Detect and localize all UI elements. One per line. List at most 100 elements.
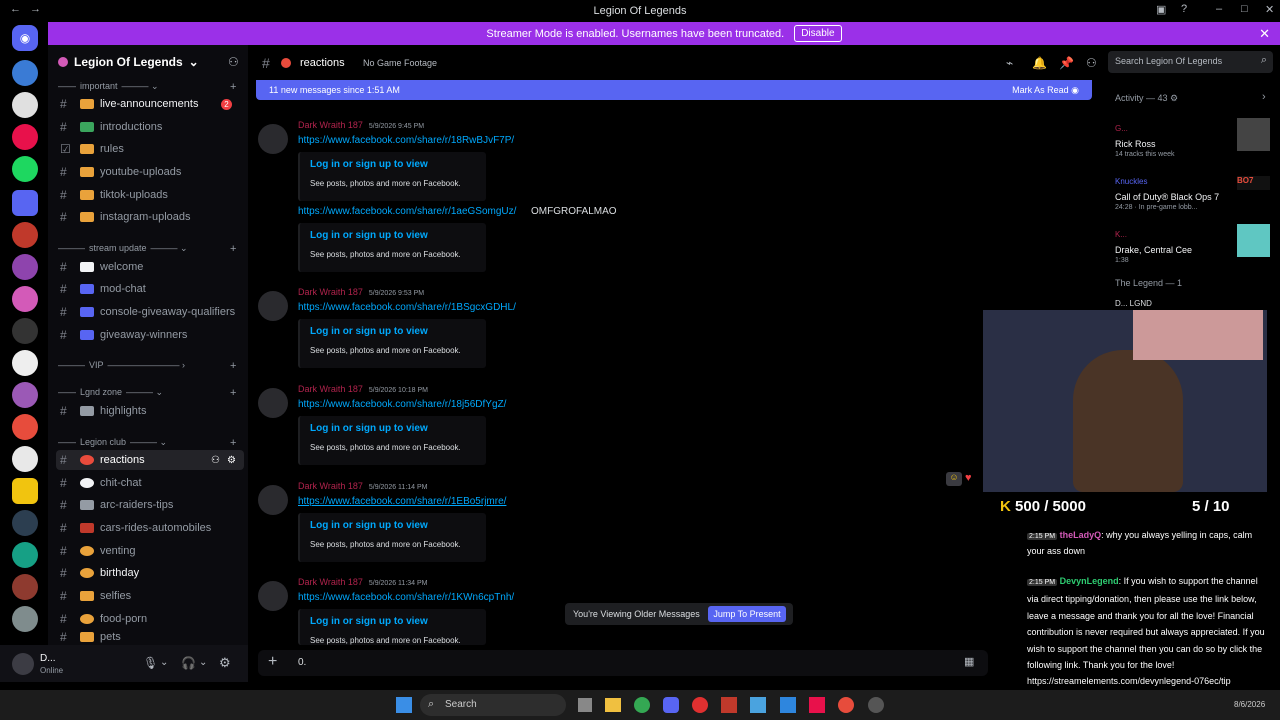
- server-icon[interactable]: [12, 510, 38, 536]
- headphones-icon[interactable]: 🎧: [181, 656, 196, 670]
- message-author[interactable]: Dark Wraith 187 5/9/2026 9:45 PM: [298, 120, 424, 130]
- channel-pets[interactable]: # pets: [56, 631, 244, 643]
- server-icon[interactable]: [12, 446, 38, 472]
- new-messages-bar[interactable]: 11 new messages since 1:51 AM Mark As Re…: [256, 80, 1092, 100]
- server-icon[interactable]: [12, 254, 38, 280]
- embed-title[interactable]: Log in or sign up to view: [310, 520, 428, 531]
- avatar[interactable]: [258, 388, 288, 418]
- add-channel-icon[interactable]: +: [230, 81, 236, 93]
- embed-title[interactable]: Log in or sign up to view: [310, 230, 428, 241]
- embed-title[interactable]: Log in or sign up to view: [310, 159, 428, 170]
- channel-cars-rides-automobiles[interactable]: # cars-rides-automobiles: [56, 518, 244, 538]
- add-channel-icon[interactable]: +: [230, 243, 236, 255]
- activity-item[interactable]: Knuckles Call of Duty® Black Ops 7 24:28…: [1115, 171, 1275, 211]
- help-icon[interactable]: ?: [1181, 3, 1187, 15]
- app-icon[interactable]: [721, 697, 737, 713]
- app-icon[interactable]: [809, 697, 825, 713]
- add-channel-icon[interactable]: +: [230, 360, 236, 372]
- pin-icon[interactable]: 📌: [1059, 56, 1074, 70]
- server-icon[interactable]: [12, 606, 38, 632]
- channel-youtube-uploads[interactable]: # youtube-uploads: [56, 162, 244, 182]
- channel-live-announcements[interactable]: # live-announcements 2: [56, 94, 244, 114]
- gift-icon[interactable]: ▦: [964, 655, 974, 668]
- app-icon[interactable]: [750, 697, 766, 713]
- server-icon[interactable]: [12, 478, 38, 504]
- member-item[interactable]: D... LGND: [1115, 299, 1152, 308]
- message-author[interactable]: Dark Wraith 187 5/9/2026 11:14 PM: [298, 481, 428, 491]
- gear-icon[interactable]: ⚙: [219, 655, 231, 671]
- server-icon[interactable]: [12, 574, 38, 600]
- file-explorer-icon[interactable]: [605, 698, 621, 712]
- avatar[interactable]: [258, 124, 288, 154]
- server-icon[interactable]: [12, 124, 38, 150]
- message-author[interactable]: Dark Wraith 187 5/9/2026 9:53 PM: [298, 287, 424, 297]
- app-icon[interactable]: [692, 697, 708, 713]
- category-vip[interactable]: ——— VIP ———————— › +: [58, 360, 236, 372]
- mark-as-read-button[interactable]: Mark As Read ◉: [1012, 85, 1079, 96]
- server-icon[interactable]: [12, 92, 38, 118]
- jump-to-present-button[interactable]: Jump To Present: [708, 606, 786, 622]
- app-icon[interactable]: [780, 697, 796, 713]
- minimize-icon[interactable]: –: [1216, 3, 1222, 15]
- inbox-icon[interactable]: ▣: [1156, 3, 1166, 16]
- heart-icon[interactable]: ♥: [965, 472, 981, 486]
- chrome-icon[interactable]: [634, 697, 650, 713]
- microphone-icon[interactable]: 🎙: [143, 656, 158, 670]
- server-icon[interactable]: [12, 382, 38, 408]
- server-icon[interactable]: [12, 350, 38, 376]
- add-channel-icon[interactable]: +: [230, 437, 236, 449]
- maximize-icon[interactable]: □: [1241, 3, 1248, 15]
- invite-icon[interactable]: ⚇: [211, 455, 220, 466]
- chevron-down-icon[interactable]: ⌄: [199, 657, 207, 668]
- channel-console-giveaway-qualifiers[interactable]: # console-giveaway-qualifiers: [56, 302, 244, 322]
- taskbar-search[interactable]: ⌕ Search: [420, 694, 566, 716]
- category-lgnd-zone[interactable]: —— Lgnd zone ——— ⌄ +: [58, 387, 236, 399]
- close-icon[interactable]: ✕: [1259, 26, 1270, 42]
- server-icon[interactable]: [12, 60, 38, 86]
- message-link[interactable]: https://www.facebook.com/share/r/1KWn6cp…: [298, 592, 514, 603]
- windows-start-icon[interactable]: [396, 697, 412, 713]
- server-icon[interactable]: [12, 222, 38, 248]
- channel-instagram-uploads[interactable]: # instagram-uploads: [56, 207, 244, 227]
- server-icon[interactable]: [12, 414, 38, 440]
- app-icon[interactable]: [868, 697, 884, 713]
- message-author[interactable]: Dark Wraith 187 5/9/2026 11:34 PM: [298, 577, 428, 587]
- embed-title[interactable]: Log in or sign up to view: [310, 616, 428, 627]
- embed-title[interactable]: Log in or sign up to view: [310, 423, 428, 434]
- folder-icon[interactable]: [12, 190, 38, 216]
- chevron-right-icon[interactable]: ›: [1262, 91, 1266, 103]
- message-link[interactable]: https://www.facebook.com/share/r/1EBo5rj…: [298, 496, 506, 507]
- gear-icon[interactable]: ⚙: [227, 455, 236, 466]
- activity-item[interactable]: G... Rick Ross 14 tracks this week: [1115, 118, 1275, 158]
- discord-icon[interactable]: [663, 697, 679, 713]
- reaction-emoji-icon[interactable]: ☺: [946, 472, 962, 486]
- server-icon[interactable]: [12, 318, 38, 344]
- chevron-down-icon[interactable]: ⌄: [160, 657, 168, 668]
- channel-giveaway-winners[interactable]: # giveaway-winners: [56, 325, 244, 345]
- channel-tiktok-uploads[interactable]: # tiktok-uploads: [56, 185, 244, 205]
- app-icon[interactable]: [838, 697, 854, 713]
- channel-reactions[interactable]: # reactions ⚇ ⚙: [56, 450, 244, 470]
- channel-arc-raiders-tips[interactable]: # arc-raiders-tips: [56, 495, 244, 515]
- channel-rules[interactable]: ☑ rules: [56, 139, 244, 159]
- embed-title[interactable]: Log in or sign up to view: [310, 326, 428, 337]
- message-author[interactable]: Dark Wraith 187 5/9/2026 10:18 PM: [298, 384, 428, 394]
- message-input[interactable]: 0.: [298, 657, 306, 668]
- server-icon[interactable]: [12, 156, 38, 182]
- avatar[interactable]: [258, 581, 288, 611]
- message-link[interactable]: https://www.facebook.com/share/r/18RwBJv…: [298, 135, 514, 146]
- channel-venting[interactable]: # venting: [56, 541, 244, 561]
- category-important[interactable]: —— important ——— ⌄ +: [58, 81, 236, 93]
- channel-selfies[interactable]: # selfies: [56, 586, 244, 606]
- add-attachment-icon[interactable]: +: [268, 653, 277, 671]
- avatar[interactable]: [258, 291, 288, 321]
- discord-home-icon[interactable]: ◉: [12, 25, 38, 51]
- channel-food-porn[interactable]: # food-porn: [56, 609, 244, 629]
- close-icon[interactable]: ✕: [1265, 3, 1274, 16]
- member-list-icon[interactable]: ⚇: [1086, 56, 1097, 70]
- message-link[interactable]: https://www.facebook.com/share/r/1BSgcxG…: [298, 302, 516, 313]
- channel-chit-chat[interactable]: # chit-chat: [56, 473, 244, 493]
- channel-mod-chat[interactable]: # mod-chat: [56, 279, 244, 299]
- channel-welcome[interactable]: # welcome: [56, 257, 244, 277]
- activity-item[interactable]: K... Drake, Central Cee 1:38: [1115, 224, 1275, 264]
